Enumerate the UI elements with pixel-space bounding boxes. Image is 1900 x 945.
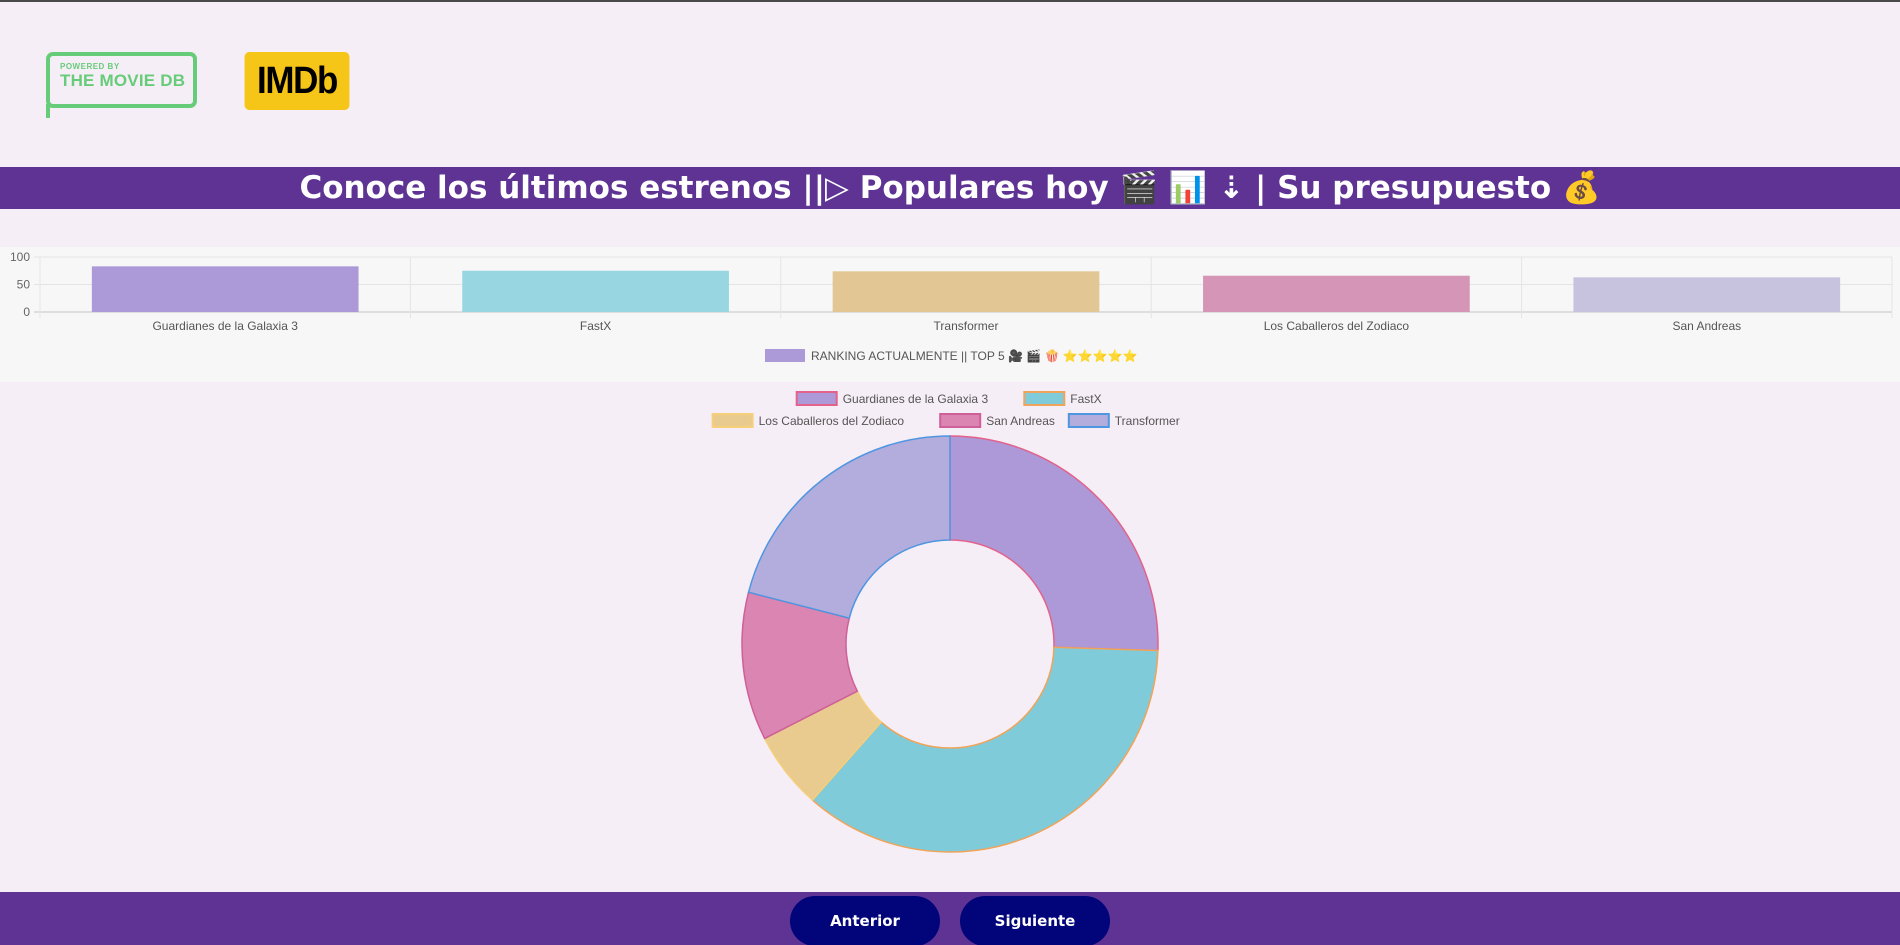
logos: POWERED BY THE MOVIE DB IMDb <box>46 52 366 118</box>
bar-ytick-label: 0 <box>23 305 30 319</box>
bar-category-label: Transformer <box>934 319 999 333</box>
bar-category-label: Guardianes de la Galaxia 3 <box>152 319 298 333</box>
bar-chart-svg: 0 50 100 Guardianes de la Galaxia 3 FastX Tra… <box>10 250 1893 363</box>
tmdb-logo: POWERED BY THE MOVIE DB <box>46 52 197 118</box>
bar-4 <box>1203 275 1470 312</box>
donut-legend-swatch <box>1023 391 1066 406</box>
bar-ytick-label: 100 <box>10 250 30 264</box>
bar-ytick-label: 50 <box>17 278 31 292</box>
bar-legend-swatch <box>765 349 805 362</box>
donut-legend-swatch <box>795 391 838 406</box>
donut-slice-5 <box>747 435 951 620</box>
donut-legend-swatch <box>939 413 982 428</box>
next-button[interactable]: Siguiente <box>960 896 1110 945</box>
tmdb-logo-small-text: POWERED BY <box>60 62 120 71</box>
budget-doughnut-chart: Guardianes de la Galaxia 3 FastX Los Cabal… <box>0 382 1900 892</box>
bar-3 <box>832 271 1100 312</box>
bar-5 <box>1573 277 1841 312</box>
bar-legend: RANKING ACTUALMENTE || TOP 5 🎥 🎬 🍿 ⭐⭐⭐⭐⭐ <box>765 349 1138 363</box>
donut-slice-2 <box>811 646 1159 853</box>
imdb-logo: IMDb <box>244 52 350 110</box>
previous-button[interactable]: Anterior <box>790 896 940 945</box>
donut-legend-swatch <box>1067 413 1110 428</box>
ranking-bar-chart: 0 50 100 Guardianes de la Galaxia 3 FastX Tra… <box>0 247 1900 382</box>
page-title: Conoce los últimos estrenos ||▷ Populare… <box>0 167 1900 209</box>
tmdb-logo-text: THE MOVIE DB <box>60 71 186 90</box>
bar-1 <box>91 266 359 312</box>
bar-category-label: FastX <box>580 319 611 333</box>
donut-legend-label: FastX <box>1070 392 1101 406</box>
donut-legend-label: Transformer <box>1115 414 1180 428</box>
bar-category-label: Los Caballeros del Zodiaco <box>1264 319 1410 333</box>
bar-legend-label: RANKING ACTUALMENTE || TOP 5 🎥 🎬 🍿 ⭐⭐⭐⭐⭐ <box>811 349 1138 363</box>
bar-2 <box>462 270 729 312</box>
bar-category-label: San Andreas <box>1672 319 1741 333</box>
doughnut-chart-svg: Guardianes de la Galaxia 3 FastX Los Cabal… <box>711 391 1180 853</box>
pagination-footer: Anterior Siguiente <box>0 892 1900 945</box>
donut-legend-label: San Andreas <box>986 414 1055 428</box>
donut-legend-label: Guardianes de la Galaxia 3 <box>843 392 989 406</box>
donut-legend-swatch <box>711 413 754 428</box>
donut-slice-1 <box>949 435 1159 652</box>
donut-legend-label: Los Caballeros del Zodiaco <box>759 414 905 428</box>
